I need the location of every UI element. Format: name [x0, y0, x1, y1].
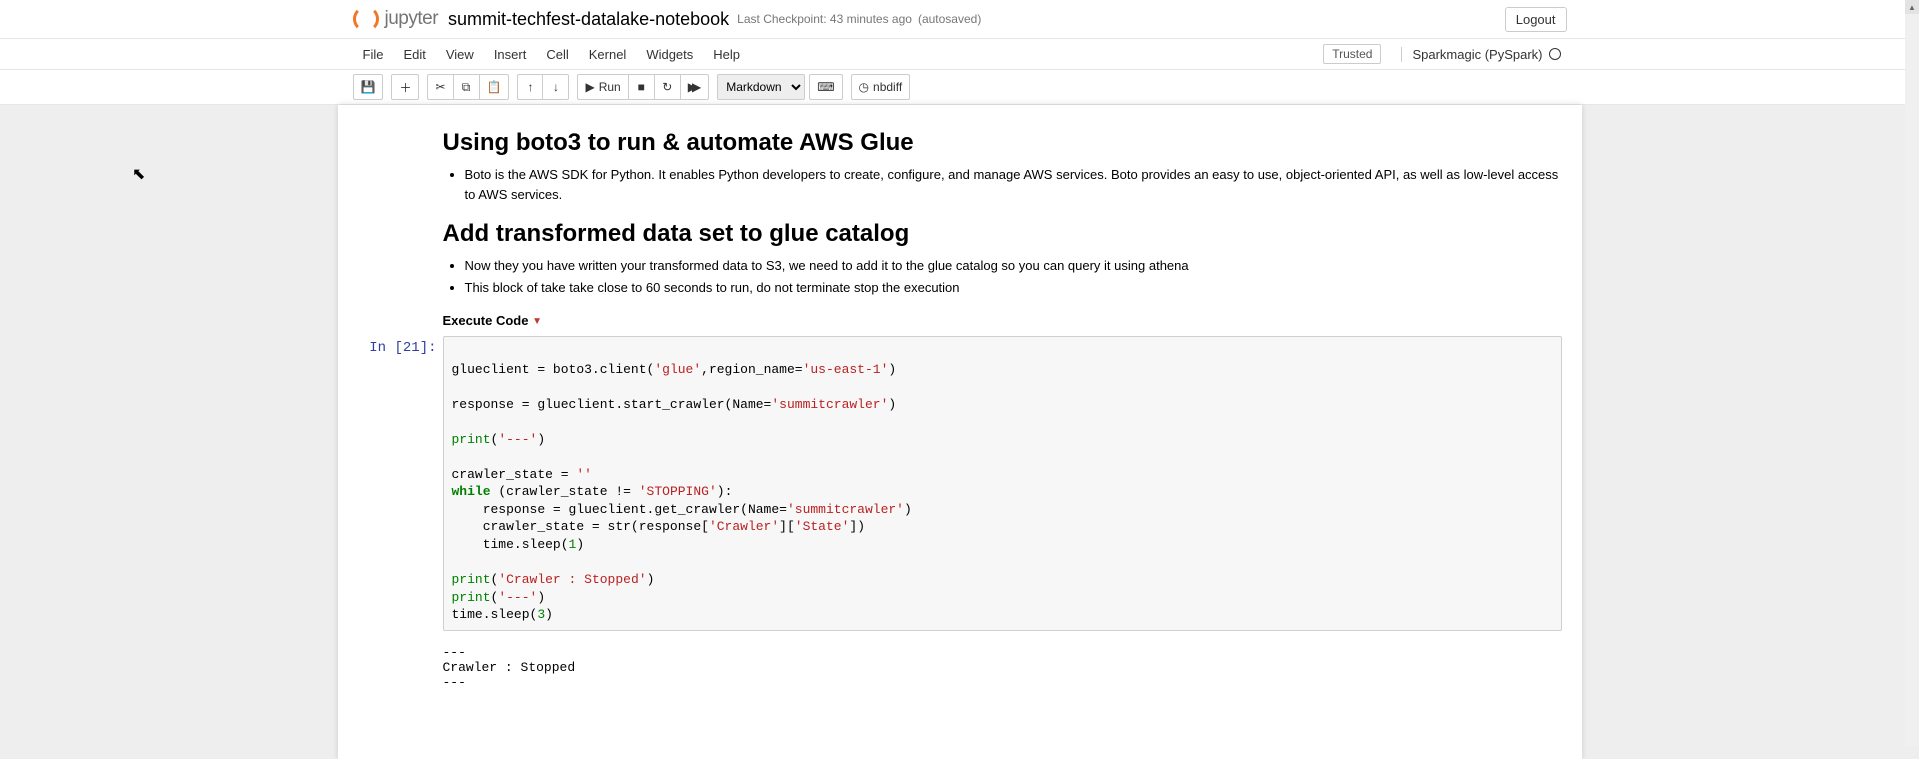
- jupyter-logo[interactable]: jupyter: [353, 6, 439, 32]
- md-list-item: This block of take take close to 60 seco…: [465, 278, 1562, 298]
- code-input[interactable]: glueclient = boto3.client('glue',region_…: [443, 336, 1562, 631]
- save-icon: 💾: [361, 80, 376, 94]
- jupyter-brand: jupyter: [385, 8, 439, 30]
- keyboard-icon: ⌨: [817, 80, 834, 94]
- cell-type-select[interactable]: Markdown: [717, 74, 805, 100]
- scroll-up-icon[interactable]: ▲: [1905, 0, 1919, 14]
- stop-icon: ■: [638, 80, 645, 94]
- menu-cell[interactable]: Cell: [536, 41, 578, 68]
- logout-button[interactable]: Logout: [1505, 7, 1567, 32]
- arrow-up-icon: ↑: [527, 80, 533, 94]
- nbdiff-label: nbdiff: [873, 80, 902, 94]
- markdown-cell[interactable]: Using boto3 to run & automate AWS Glue B…: [338, 117, 1582, 332]
- page-scrollbar[interactable]: ▲: [1905, 0, 1919, 746]
- run-button[interactable]: ▶ Run: [577, 74, 628, 100]
- cell-prompt: [348, 121, 443, 328]
- save-button[interactable]: 💾: [353, 74, 384, 100]
- plus-icon: ＋: [399, 79, 411, 96]
- heading-boto3: Using boto3 to run & automate AWS Glue: [443, 129, 1562, 157]
- cell-prompt: In [21]:: [348, 336, 443, 631]
- cell-output-text: --- Crawler : Stopped ---: [443, 639, 1562, 690]
- code-cell[interactable]: In [21]: glueclient = boto3.client('glue…: [338, 332, 1582, 635]
- checkpoint-status: Last Checkpoint: 43 minutes ago: [737, 12, 912, 26]
- trusted-indicator[interactable]: Trusted: [1323, 44, 1381, 64]
- run-label: Run: [599, 80, 621, 94]
- fast-forward-icon: ▶▶: [688, 80, 701, 94]
- md-list-item: Boto is the AWS SDK for Python. It enabl…: [465, 165, 1562, 204]
- menu-insert[interactable]: Insert: [484, 41, 537, 68]
- menu-widgets[interactable]: Widgets: [636, 41, 703, 68]
- md-list-item: Now they you have written your transform…: [465, 256, 1562, 276]
- kernel-indicator[interactable]: Sparkmagic (PySpark): [1401, 47, 1566, 62]
- output-cell: --- Crawler : Stopped ---: [338, 635, 1582, 694]
- copy-icon: ⧉: [462, 80, 471, 95]
- move-up-button[interactable]: ↑: [517, 74, 543, 100]
- cut-icon: ✂: [435, 80, 445, 94]
- notebook-container[interactable]: Using boto3 to run & automate AWS Glue B…: [338, 105, 1582, 759]
- notebook-name[interactable]: summit-techfest-datalake-notebook: [448, 9, 729, 30]
- interrupt-button[interactable]: ■: [629, 74, 655, 100]
- output-prompt: [348, 639, 443, 690]
- heading-glue-catalog: Add transformed data set to glue catalog: [443, 220, 1562, 248]
- restart-icon: ↻: [662, 80, 672, 94]
- execute-code-heading: Execute Code ▼: [443, 313, 1562, 328]
- command-palette-button[interactable]: ⌨: [809, 74, 842, 100]
- menu-view[interactable]: View: [436, 41, 484, 68]
- menu-edit[interactable]: Edit: [393, 41, 435, 68]
- menu-kernel[interactable]: Kernel: [579, 41, 637, 68]
- menu-help[interactable]: Help: [703, 41, 750, 68]
- move-down-button[interactable]: ↓: [543, 74, 569, 100]
- restart-run-all-button[interactable]: ▶▶: [681, 74, 709, 100]
- arrow-down-icon: ↓: [553, 80, 559, 94]
- restart-button[interactable]: ↻: [655, 74, 681, 100]
- paste-icon: 📋: [487, 80, 502, 94]
- kernel-name: Sparkmagic (PySpark): [1412, 47, 1542, 62]
- cut-button[interactable]: ✂: [427, 74, 453, 100]
- jupyter-icon: [353, 6, 379, 32]
- kernel-status-icon: [1549, 48, 1561, 60]
- menu-file[interactable]: File: [353, 41, 394, 68]
- autosave-status: (autosaved): [918, 12, 981, 26]
- run-icon: ▶: [585, 80, 594, 94]
- insert-cell-button[interactable]: ＋: [391, 74, 419, 100]
- git-icon: ◷: [859, 80, 869, 94]
- copy-button[interactable]: ⧉: [454, 74, 480, 100]
- paste-button[interactable]: 📋: [480, 74, 510, 100]
- triangle-down-icon: ▼: [532, 316, 542, 327]
- nbdiff-button[interactable]: ◷ nbdiff: [851, 74, 911, 100]
